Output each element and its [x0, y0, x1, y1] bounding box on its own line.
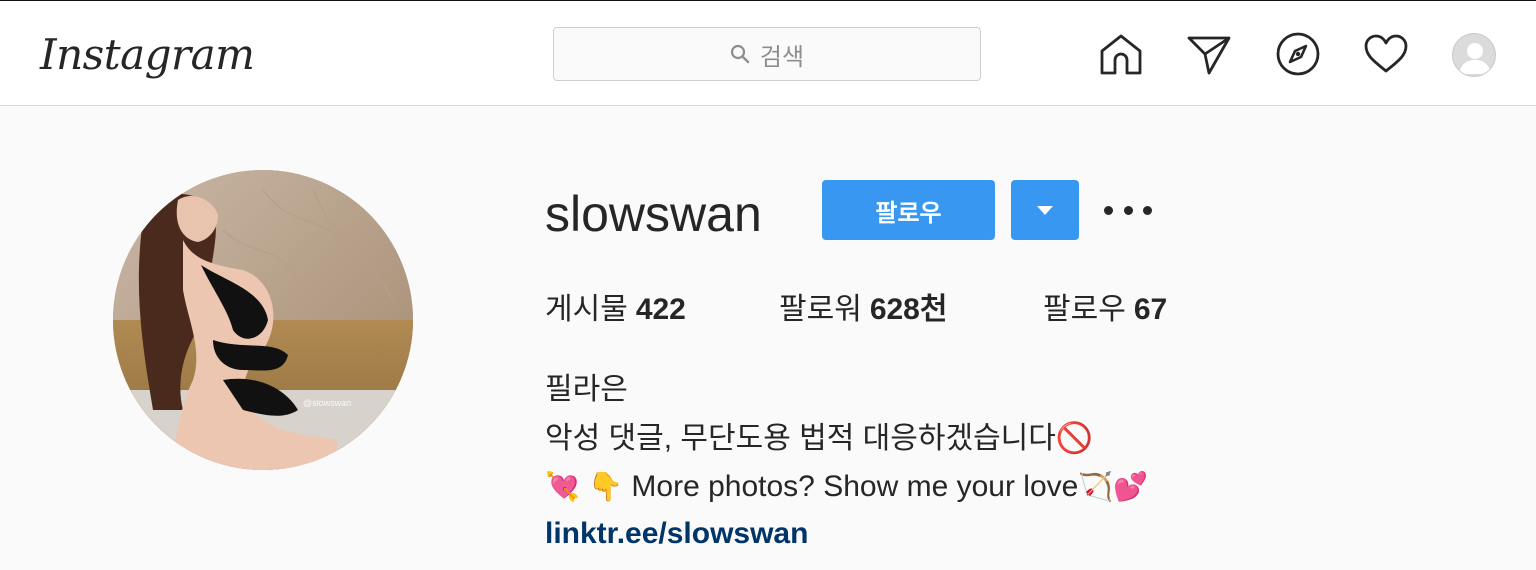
- profile-picture[interactable]: @slowswan: [113, 170, 413, 470]
- following-value: 67: [1133, 293, 1168, 326]
- more-dot: [1123, 205, 1133, 215]
- two-hearts-emoji: 💕: [1113, 471, 1149, 502]
- explore-icon[interactable]: [1275, 31, 1321, 77]
- chevron-down-icon: [1037, 205, 1053, 215]
- heart-arrow-emoji: 💘: [545, 471, 580, 502]
- search-input[interactable]: 검색: [553, 27, 981, 81]
- watermark-text: @slowswan: [303, 398, 351, 408]
- posts-value: 422: [635, 293, 686, 326]
- following-count[interactable]: 팔로우 67: [1043, 290, 1167, 330]
- followers-label: 팔로워: [779, 293, 862, 326]
- bio-line-2-text: More photos? Show me your love: [623, 470, 1079, 503]
- more-dot: [1104, 205, 1113, 215]
- bow-arrow-emoji: 🏹: [1078, 471, 1114, 502]
- follow-button[interactable]: 팔로우: [822, 180, 995, 240]
- search-icon: [730, 44, 750, 64]
- bio-full-name: 필라은: [545, 373, 628, 406]
- suggested-dropdown-button[interactable]: [1011, 180, 1079, 240]
- activity-heart-icon[interactable]: [1363, 31, 1409, 77]
- more-dot: [1143, 205, 1152, 215]
- bio-external-link[interactable]: linktr.ee/slowswan: [545, 514, 808, 554]
- pointing-down-emoji: 👇: [588, 471, 624, 502]
- home-icon[interactable]: [1098, 31, 1144, 77]
- search-placeholder: 검색: [759, 43, 805, 71]
- profile-avatar-icon[interactable]: [1452, 33, 1496, 77]
- followers-count[interactable]: 팔로워 628천: [779, 290, 947, 330]
- instagram-logo[interactable]: Instagram: [40, 25, 255, 85]
- profile-username: slowswan: [545, 186, 762, 242]
- bio-line-1: 악성 댓글, 무단도용 법적 대응하겠습니다🚫: [545, 422, 1094, 455]
- direct-icon[interactable]: [1186, 31, 1232, 77]
- following-label: 팔로우: [1043, 293, 1126, 326]
- followers-value: 628천: [869, 293, 948, 326]
- more-options-button[interactable]: [1104, 190, 1152, 230]
- posts-count: 게시물 422: [545, 290, 686, 330]
- top-navigation-bar: Instagram 검색: [0, 0, 1536, 106]
- posts-label: 게시물: [545, 293, 628, 326]
- bio-line-2: 💘 👇 More photos? Show me your love🏹💕: [545, 467, 1148, 507]
